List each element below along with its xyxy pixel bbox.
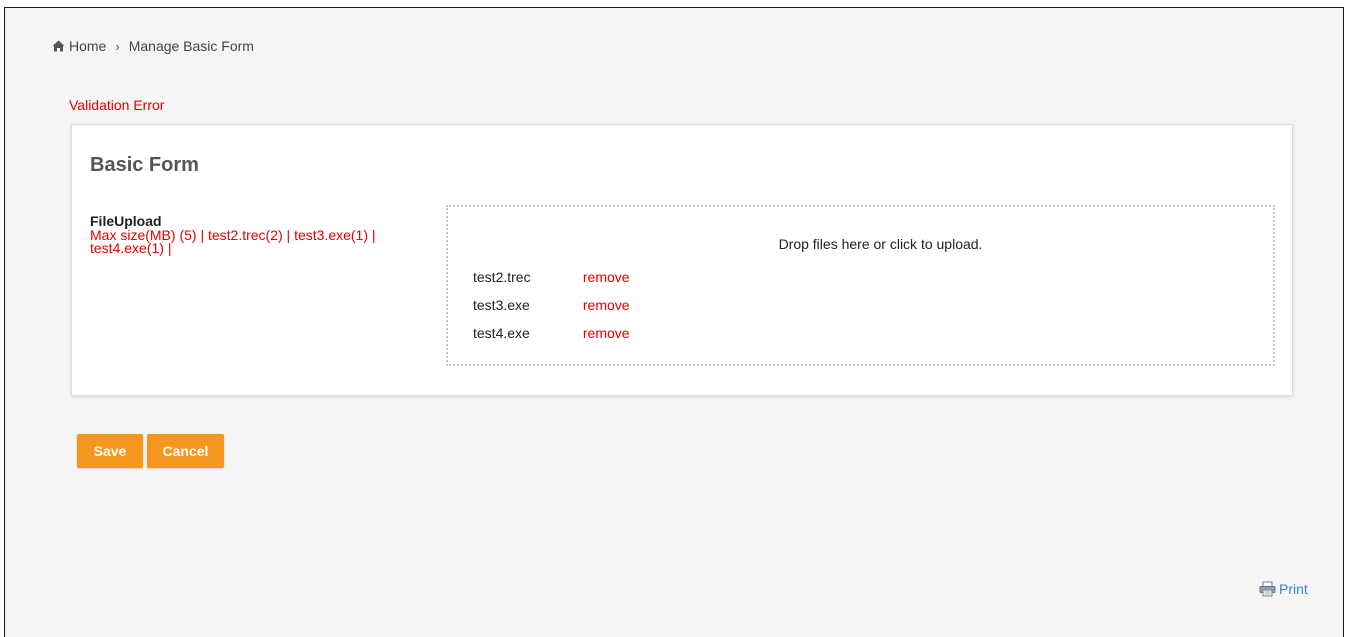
breadcrumb-separator: › bbox=[115, 38, 120, 54]
printer-icon bbox=[1259, 581, 1276, 597]
basic-form-card: Basic Form FileUpload Max size(MB) (5) |… bbox=[71, 124, 1293, 396]
validation-error-message: Validation Error bbox=[69, 97, 165, 113]
file-list-item: test3.exe remove bbox=[473, 297, 630, 313]
remove-file-link[interactable]: remove bbox=[583, 297, 630, 313]
breadcrumb-home-link[interactable]: Home bbox=[69, 38, 106, 54]
remove-file-link[interactable]: remove bbox=[583, 269, 630, 285]
file-name: test2.trec bbox=[473, 269, 531, 285]
file-name: test3.exe bbox=[473, 297, 530, 313]
file-list-item: test2.trec remove bbox=[473, 269, 630, 285]
form-title: Basic Form bbox=[90, 154, 199, 176]
remove-file-link[interactable]: remove bbox=[583, 325, 630, 341]
cancel-button[interactable]: Cancel bbox=[147, 434, 224, 468]
breadcrumb-current: Manage Basic Form bbox=[128, 38, 254, 54]
home-icon[interactable] bbox=[52, 40, 65, 52]
file-name: test4.exe bbox=[473, 325, 530, 341]
save-button[interactable]: Save bbox=[77, 434, 143, 468]
breadcrumb: Home › Manage Basic Form bbox=[52, 38, 254, 54]
dropzone-message: Drop files here or click to upload. bbox=[778, 236, 983, 252]
print-link[interactable]: Print bbox=[1259, 581, 1308, 597]
file-upload-error: Max size(MB) (5) | test2.trec(2) | test3… bbox=[90, 227, 376, 256]
file-dropzone[interactable]: Drop files here or click to upload. test… bbox=[446, 205, 1275, 366]
print-label[interactable]: Print bbox=[1279, 581, 1308, 597]
file-list-item: test4.exe remove bbox=[473, 325, 630, 341]
